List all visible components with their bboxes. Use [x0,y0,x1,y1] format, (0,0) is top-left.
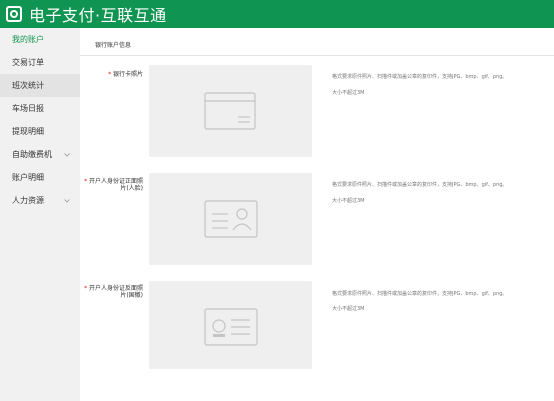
top-bar: 电子支付·互联互通 [0,0,554,28]
chevron-down-icon [64,189,70,212]
sidebar-item-my-account[interactable]: 我的账户 [0,28,80,51]
sidebar-item-daily-report[interactable]: 车场日报 [0,97,80,120]
section-title: 银行账户信息 [95,42,132,49]
bank-card-size-hint: 大小不超过3M [332,90,365,96]
sidebar-item-label: 账户明细 [12,173,44,182]
id-back-size-hint: 大小不超过3M [332,306,365,312]
main-content: 银行账户信息 * 银行卡照片 格式要求原件照片、扫描件或加盖公章的复印件，支持J… [80,28,554,401]
app-logo-icon [6,6,22,22]
sidebar-item-label: 我的账户 [12,35,44,44]
sidebar-item-account-details[interactable]: 账户明细 [0,166,80,189]
sidebar-item-label: 提现明细 [12,127,44,136]
sidebar-item-label: 交易订单 [12,58,44,67]
bank-card-format-hint: 格式要求原件照片、扫描件或加盖公章的复印件，支持JPG、bmp、gif、png。 [332,74,508,80]
id-front-photo-label: * 开户人身份证正面照片(人脸) [84,178,143,192]
sidebar-item-label: 人力资源 [12,196,44,205]
sidebar-item-kiosk[interactable]: 自助缴费机 [0,143,80,166]
id-front-upload[interactable] [149,173,312,265]
id-back-format-hint: 格式要求原件照片、扫描件或加盖公章的复印件，支持JPG、bmp、gif、png。 [332,291,508,297]
sidebar-item-label: 班次统计 [12,81,44,90]
bank-card-icon [204,92,256,130]
sidebar-item-label: 车场日报 [12,104,44,113]
sidebar-item-withdrawals[interactable]: 提现明细 [0,120,80,143]
id-front-size-hint: 大小不超过3M [332,198,365,204]
bank-card-photo-label: * 银行卡照片 [108,71,143,78]
app-title: 电子支付·互联互通 [29,6,167,25]
sidebar-item-label: 自助缴费机 [12,150,52,159]
sidebar-item-shift-stats[interactable]: 班次统计 [0,74,80,97]
sidebar: 我的账户 交易订单 班次统计 车场日报 提现明细 自助缴费机 账户明细 人力资源 [0,28,80,401]
section-divider [80,55,554,56]
id-front-format-hint: 格式要求原件照片、扫描件或加盖公章的复印件，支持JPG、bmp、gif、png。 [332,182,508,188]
id-card-front-icon [204,200,258,238]
chevron-down-icon [64,143,70,166]
id-back-upload[interactable] [149,281,312,369]
id-back-photo-label: * 开户人身份证反面照片(国徽) [84,285,143,299]
bank-card-upload[interactable] [149,65,312,157]
sidebar-item-hr[interactable]: 人力资源 [0,189,80,212]
id-card-back-icon [204,308,258,346]
sidebar-item-orders[interactable]: 交易订单 [0,51,80,74]
